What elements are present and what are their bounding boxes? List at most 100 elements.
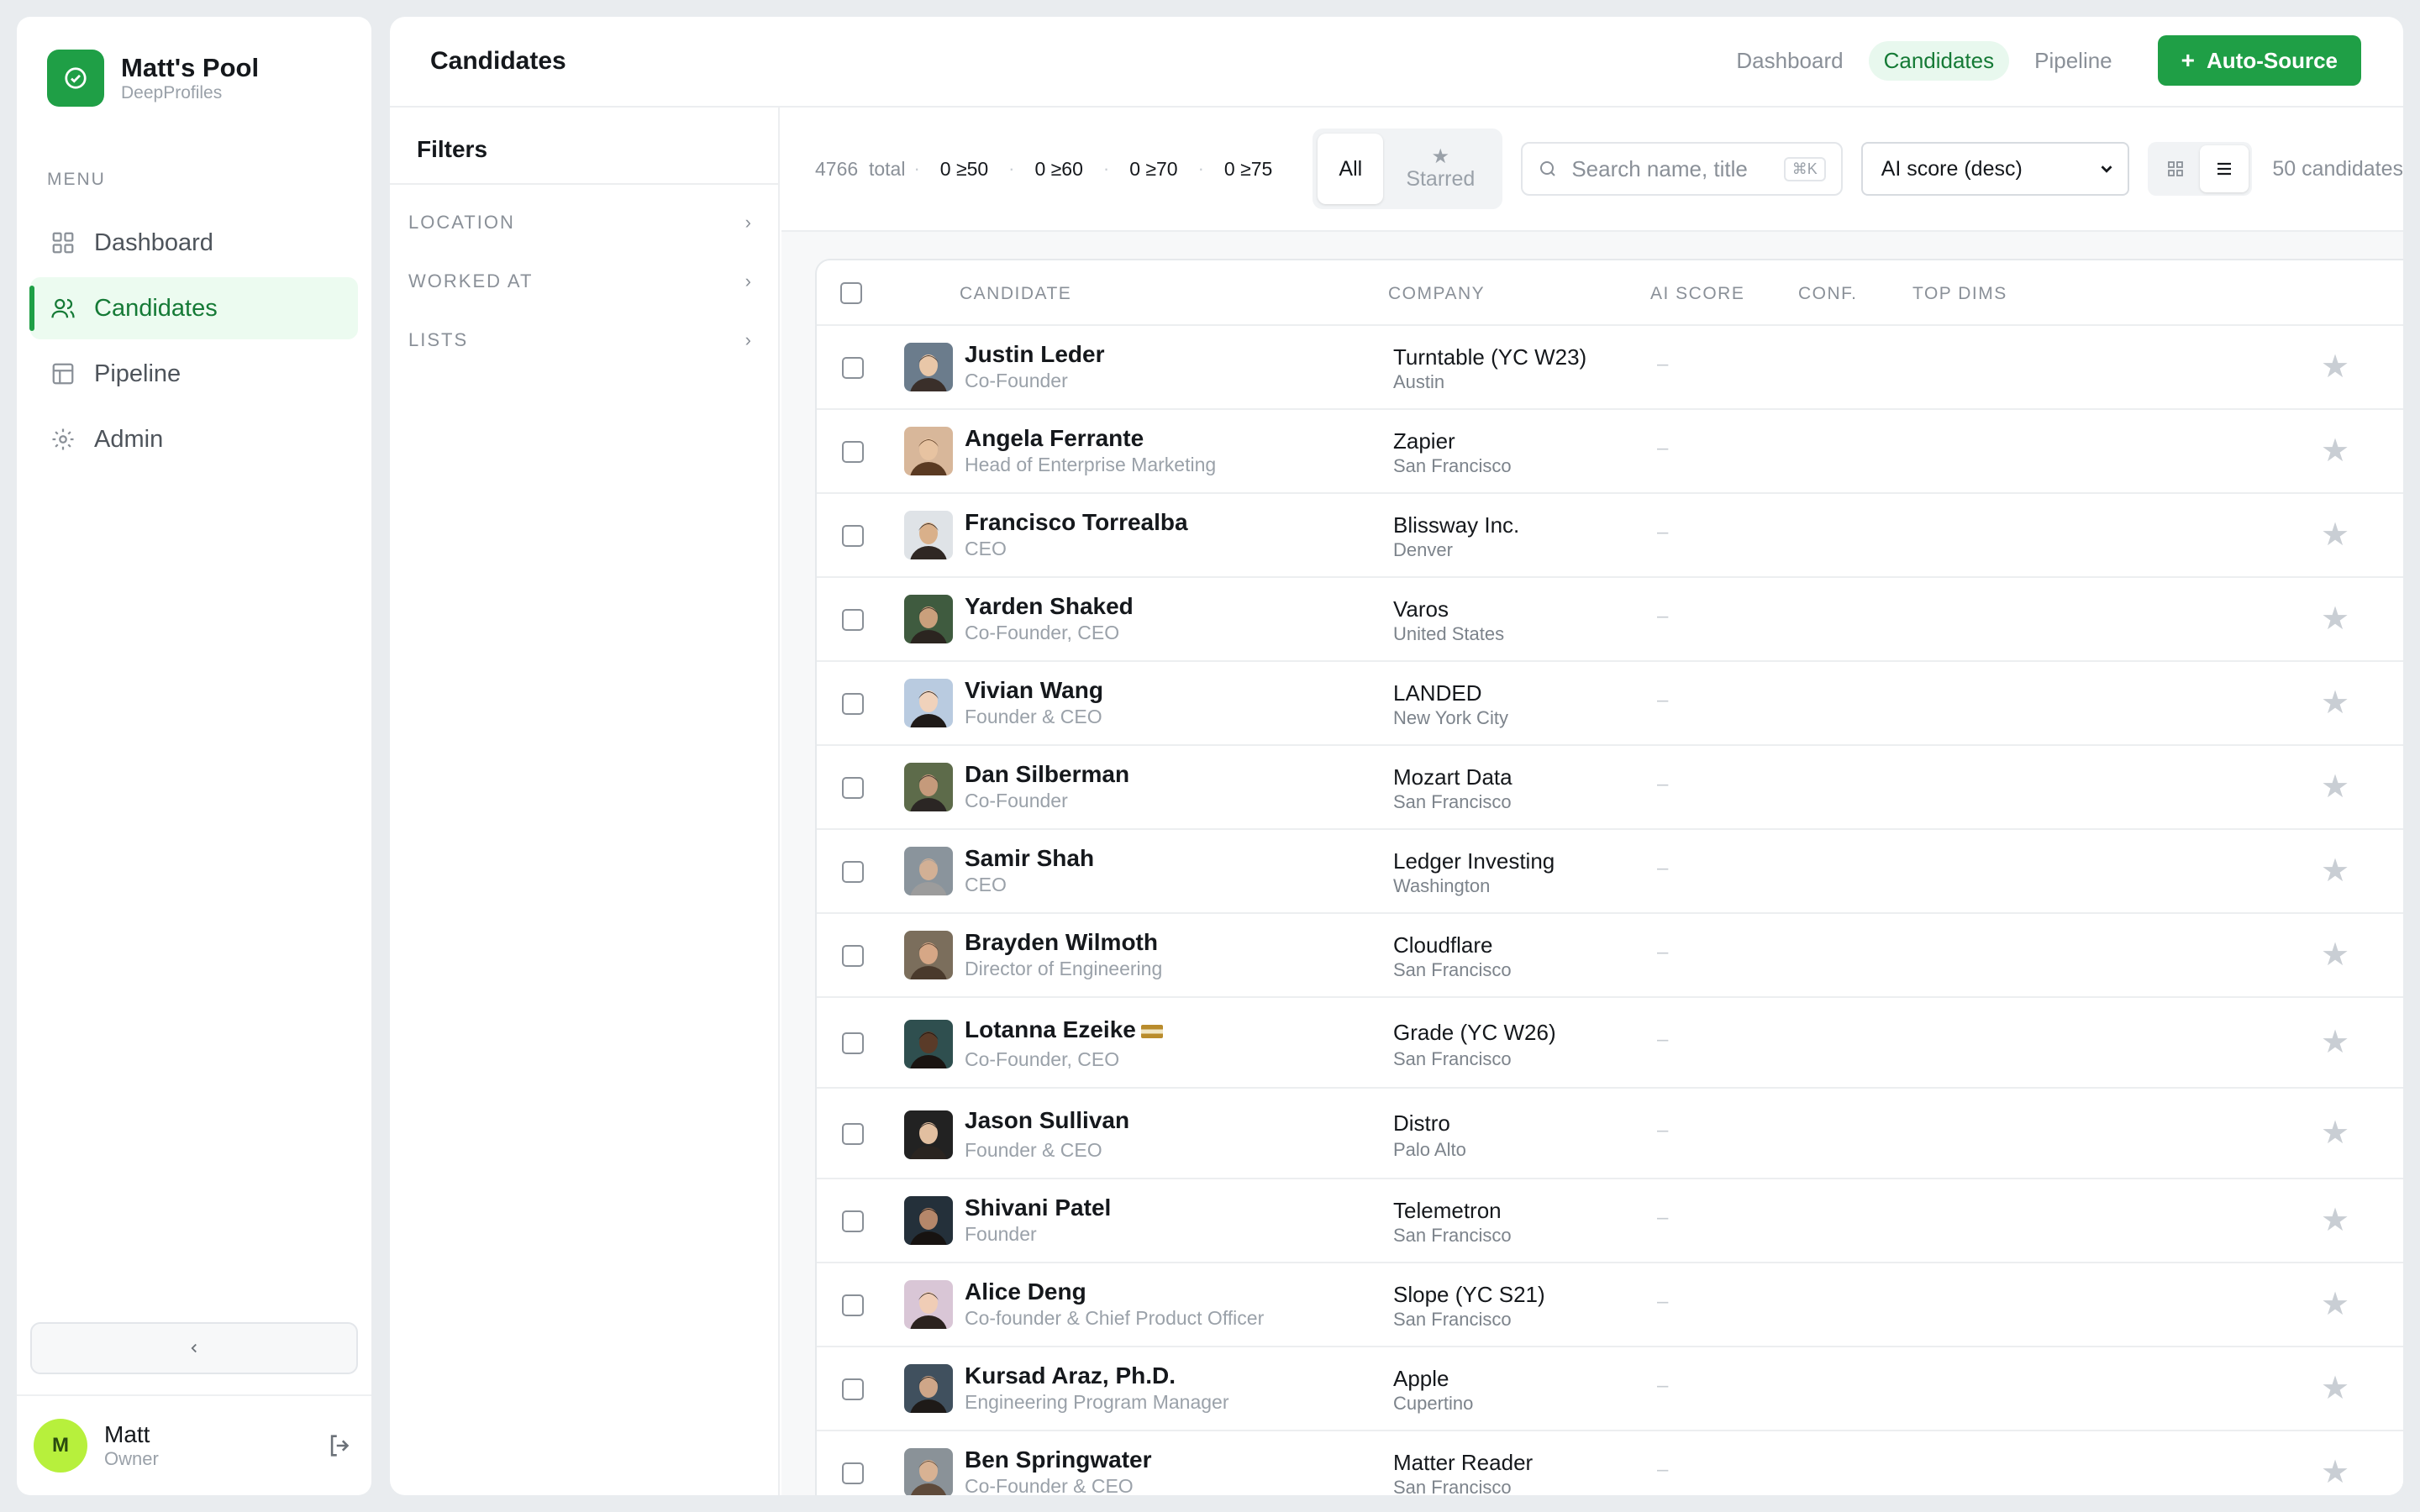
table-row[interactable]: Justin Leder Co-Founder Turntable (YC W23)… (817, 326, 2403, 410)
row-checkbox[interactable] (842, 1210, 864, 1232)
star-icon[interactable]: ★ (2321, 600, 2349, 638)
grid-view-button[interactable] (2151, 145, 2200, 192)
collapse-sidebar-button[interactable] (30, 1322, 358, 1374)
candidate-name[interactable]: Angela Ferrante (965, 425, 1144, 452)
sidebar-item-candidates[interactable]: Candidates (29, 277, 358, 339)
column-header-candidate[interactable]: CANDIDATE (960, 284, 1071, 304)
filter-lists[interactable]: LISTS › (390, 311, 778, 370)
star-icon[interactable]: ★ (2321, 684, 2349, 722)
candidate-name[interactable]: Samir Shah (965, 845, 1094, 872)
score-filter-50[interactable]: 0 ≥50 (940, 158, 988, 181)
select-all-checkbox[interactable] (840, 282, 862, 304)
candidate-name[interactable]: Alice Deng (965, 1278, 1086, 1305)
table-row[interactable]: Kursad Araz, Ph.D. Engineering Program Ma… (817, 1347, 2403, 1431)
star-icon[interactable]: ★ (2321, 516, 2349, 554)
star-icon[interactable]: ★ (2321, 852, 2349, 890)
candidate-name[interactable]: Justin Leder (965, 341, 1104, 368)
sidebar-item-dashboard[interactable]: Dashboard (30, 212, 358, 274)
row-checkbox[interactable] (842, 861, 864, 883)
score-filter-70[interactable]: 0 ≥70 (1129, 158, 1177, 181)
candidate-name[interactable]: Jason Sullivan (965, 1107, 1129, 1134)
auto-source-label: Auto-Source (2207, 47, 2338, 73)
top-nav-pipeline[interactable]: Pipeline (2019, 41, 2128, 81)
table-row[interactable]: Yarden Shaked Co-Founder, CEO Varos United … (817, 578, 2403, 662)
candidate-title: Head of Enterprise Marketing (965, 454, 1217, 475)
candidate-title: Engineering Program Manager (965, 1391, 1229, 1413)
sort-select[interactable]: AI score (desc) (1860, 142, 2130, 196)
candidate-name[interactable]: Dan Silberman (965, 761, 1129, 788)
star-icon[interactable]: ★ (2321, 432, 2349, 470)
table-row[interactable]: Brayden Wilmoth Director of Engineering Cl… (817, 914, 2403, 998)
table-row[interactable]: Jason Sullivan Founder & CEO Distro Palo Al… (817, 1089, 2403, 1179)
table-row[interactable]: Francisco Torrealba CEO Blissway Inc. Denve… (817, 494, 2403, 578)
candidate-name[interactable]: Yarden Shaked (965, 593, 1134, 620)
candidate-name[interactable]: Ben Springwater (965, 1446, 1151, 1473)
row-checkbox[interactable] (842, 525, 864, 547)
candidate-photo (904, 343, 953, 391)
score-filter-75[interactable]: 0 ≥75 (1224, 158, 1272, 181)
candidate-name[interactable]: Kursad Araz, Ph.D. (965, 1362, 1176, 1389)
star-icon[interactable]: ★ (2321, 348, 2349, 386)
star-icon[interactable]: ★ (2321, 768, 2349, 806)
sidebar-item-admin[interactable]: Admin (30, 408, 358, 470)
row-checkbox[interactable] (842, 609, 864, 631)
company-location: Austin (1393, 371, 1445, 392)
row-checkbox[interactable] (842, 1123, 864, 1145)
star-icon[interactable]: ★ (2321, 1023, 2349, 1061)
table-row[interactable]: Alice Deng Co-founder & Chief Product Off… (817, 1263, 2403, 1347)
search-input[interactable] (1571, 155, 1774, 182)
company-name: Zapier (1393, 428, 1455, 454)
company-name: Cloudflare (1393, 932, 1493, 958)
avatar[interactable]: M (34, 1419, 87, 1473)
candidate-name[interactable]: Shivani Patel (965, 1194, 1111, 1221)
star-icon[interactable]: ★ (2321, 1369, 2349, 1407)
column-header-conf[interactable]: CONF. (1798, 284, 1858, 304)
star-icon[interactable]: ★ (2321, 1201, 2349, 1239)
table-row[interactable]: Angela Ferrante Head of Enterprise Market… (817, 410, 2403, 494)
row-checkbox[interactable] (842, 945, 864, 967)
segment-all[interactable]: All (1318, 134, 1384, 204)
star-icon[interactable]: ★ (2321, 936, 2349, 974)
star-icon[interactable]: ★ (2321, 1285, 2349, 1323)
table-row[interactable]: Vivian Wang Founder & CEO LANDED New York C… (817, 662, 2403, 746)
top-nav-dashboard[interactable]: Dashboard (1721, 41, 1858, 81)
column-header-company[interactable]: COMPANY (1388, 284, 1485, 304)
row-checkbox[interactable] (842, 357, 864, 379)
row-checkbox[interactable] (842, 693, 864, 715)
candidate-name[interactable]: Francisco Torrealba (965, 509, 1188, 536)
filter-label: LISTS (408, 329, 469, 350)
main-panel: Candidates Dashboard Candidates Pipeline… (390, 17, 2403, 1495)
row-checkbox[interactable] (842, 777, 864, 799)
ai-score: – (1657, 941, 1669, 963)
table-row[interactable]: Ben Springwater Co-Founder & CEO Matter Re… (817, 1431, 2403, 1495)
auto-source-button[interactable]: + Auto-Source (2157, 35, 2361, 86)
grid-icon (2168, 161, 2184, 176)
segment-starred[interactable]: ★ Starred (1383, 134, 1497, 204)
filter-worked-at[interactable]: WORKED AT › (390, 252, 778, 311)
table-row[interactable]: Shivani Patel Founder Telemetron San Franci… (817, 1179, 2403, 1263)
candidate-name[interactable]: Lotanna Ezeike (965, 1016, 1163, 1043)
star-icon[interactable]: ★ (2321, 1453, 2349, 1491)
star-icon[interactable]: ★ (2321, 1114, 2349, 1152)
row-checkbox[interactable] (842, 1462, 864, 1484)
candidate-name[interactable]: Vivian Wang (965, 677, 1103, 704)
table-row[interactable]: Dan Silberman Co-Founder Mozart Data San Fr… (817, 746, 2403, 830)
row-checkbox[interactable] (842, 1378, 864, 1400)
list-view-button[interactable] (2200, 145, 2249, 192)
top-nav-candidates[interactable]: Candidates (1868, 40, 2010, 81)
company-location: Washington (1393, 875, 1491, 896)
result-count: 50 candidates (2272, 156, 2403, 181)
column-header-ai-score[interactable]: AI SCORE (1650, 284, 1744, 304)
row-checkbox[interactable] (842, 1032, 864, 1054)
sidebar-item-pipeline[interactable]: Pipeline (30, 343, 358, 405)
logout-icon[interactable] (326, 1431, 355, 1460)
company-name: Mozart Data (1393, 764, 1512, 790)
candidate-name[interactable]: Brayden Wilmoth (965, 929, 1158, 956)
table-row[interactable]: Samir Shah CEO Ledger Investing Washington –… (817, 830, 2403, 914)
row-checkbox[interactable] (842, 441, 864, 463)
table-row[interactable]: Lotanna Ezeike Co-Founder, CEO Grade (YC W… (817, 998, 2403, 1089)
column-header-top-dims[interactable]: TOP DIMS (1912, 284, 2007, 304)
row-checkbox[interactable] (842, 1294, 864, 1316)
filter-location[interactable]: LOCATION › (390, 193, 778, 252)
score-filter-60[interactable]: 0 ≥60 (1034, 158, 1082, 181)
